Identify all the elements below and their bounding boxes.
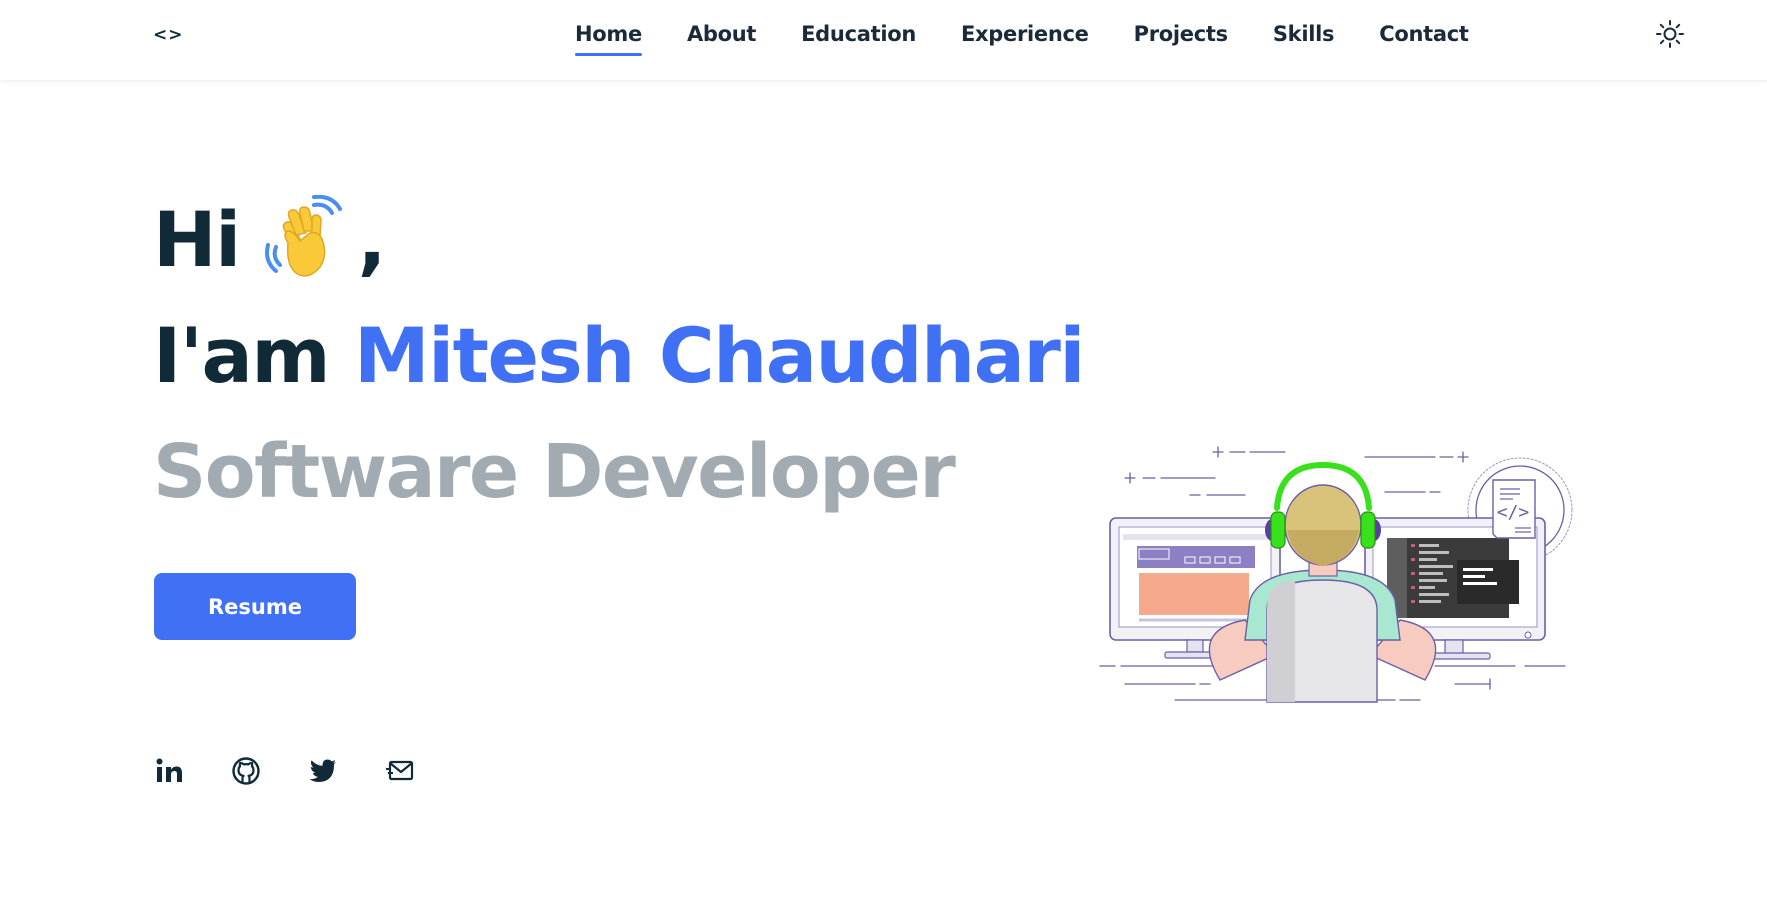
twitter-icon[interactable] [308,756,338,786]
nav-contact[interactable]: Contact [1379,22,1469,56]
nav-home[interactable]: Home [575,22,642,56]
name-text: Mitesh Chaudhari [354,311,1085,400]
sun-icon[interactable] [1655,19,1685,49]
nav-about[interactable]: About [687,22,757,56]
resume-button[interactable]: Resume [154,573,356,640]
nav-experience[interactable]: Experience [961,22,1089,56]
navbar: <> Home About Education Experience Proje… [0,0,1767,81]
logo[interactable]: <> [153,25,184,45]
intro-text: I'am [153,311,331,400]
linkedin-icon[interactable] [154,756,184,786]
nav-projects[interactable]: Projects [1134,22,1229,56]
intro-line: I'am Mitesh Chaudhari [153,298,1085,414]
nav-skills[interactable]: Skills [1273,22,1335,56]
greeting-text: Hi [153,195,241,284]
greeting-comma: , [357,195,387,284]
social-links [154,756,462,786]
svg-text:</>: </> [1497,502,1530,523]
greeting-line: Hi , [153,182,1084,298]
waving-hand-icon [262,194,352,285]
nav-links: Home About Education Experience Projects… [575,22,1514,56]
mail-icon[interactable] [385,756,415,786]
nav-education[interactable]: Education [801,22,916,56]
developer-illustration: </> [1095,440,1575,710]
github-icon[interactable] [231,756,261,786]
role-text: Software Developer [153,429,956,515]
hero: Hi , I'am Mitesh Chaudhari Software Deve… [153,182,1085,530]
